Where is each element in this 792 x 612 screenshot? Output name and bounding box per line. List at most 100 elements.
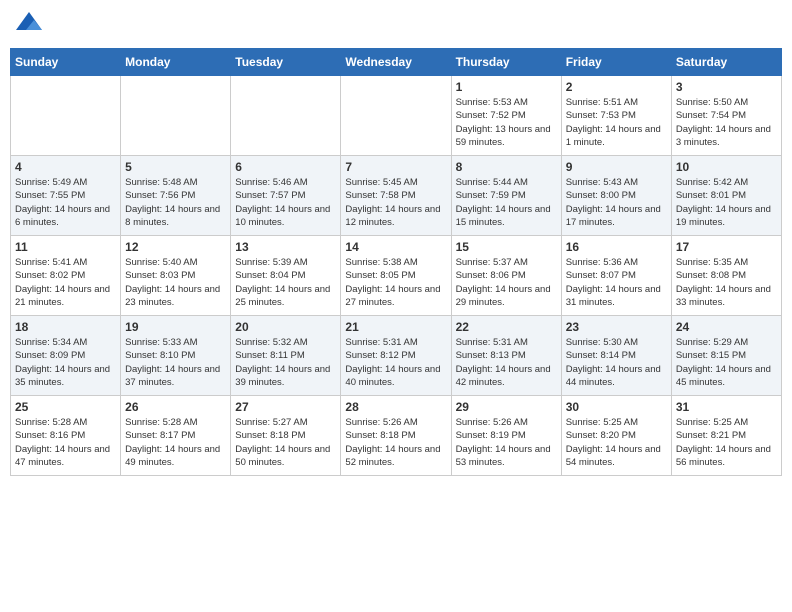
calendar-cell: 15 Sunrise: 5:37 AMSunset: 8:06 PMDayligh… bbox=[451, 236, 561, 316]
calendar-cell: 1Sunrise: 5:53 AMSunset: 7:52 PMDaylight… bbox=[451, 76, 561, 156]
calendar-cell bbox=[121, 76, 231, 156]
day-info: Sunrise: 5:29 AMSunset: 8:15 PMDaylight:… bbox=[676, 336, 777, 389]
calendar-cell: 24 Sunrise: 5:29 AMSunset: 8:15 PMDayligh… bbox=[671, 316, 781, 396]
day-number: 13 bbox=[235, 240, 336, 254]
calendar-cell: 3Sunrise: 5:50 AMSunset: 7:54 PMDaylight… bbox=[671, 76, 781, 156]
logo-icon bbox=[14, 10, 44, 40]
day-info: Sunrise: 5:46 AMSunset: 7:57 PMDaylight:… bbox=[235, 176, 336, 229]
day-info: Sunrise: 5:38 AMSunset: 8:05 PMDaylight:… bbox=[345, 256, 446, 309]
calendar-cell: 4Sunrise: 5:49 AMSunset: 7:55 PMDaylight… bbox=[11, 156, 121, 236]
calendar-cell: 13 Sunrise: 5:39 AMSunset: 8:04 PMDayligh… bbox=[231, 236, 341, 316]
calendar-cell: 16Sunrise: 5:36 AMSunset: 8:07 PMDayligh… bbox=[561, 236, 671, 316]
calendar-cell bbox=[11, 76, 121, 156]
day-info: Sunrise: 5:33 AMSunset: 8:10 PMDaylight:… bbox=[125, 336, 226, 389]
day-info: Sunrise: 5:48 AMSunset: 7:56 PMDaylight:… bbox=[125, 176, 226, 229]
calendar-cell: 18 Sunrise: 5:34 AMSunset: 8:09 PMDayligh… bbox=[11, 316, 121, 396]
day-info: Sunrise: 5:26 AMSunset: 8:19 PMDaylight:… bbox=[456, 416, 557, 469]
day-number: 10 bbox=[676, 160, 777, 174]
header-monday: Monday bbox=[121, 49, 231, 76]
day-number: 14 bbox=[345, 240, 446, 254]
calendar-cell: 25 Sunrise: 5:28 AMSunset: 8:16 PMDayligh… bbox=[11, 396, 121, 476]
day-number: 30 bbox=[566, 400, 667, 414]
day-number: 24 bbox=[676, 320, 777, 334]
calendar-cell: 22Sunrise: 5:31 AMSunset: 8:13 PMDayligh… bbox=[451, 316, 561, 396]
day-number: 8 bbox=[456, 160, 557, 174]
calendar-cell: 8 Sunrise: 5:44 AMSunset: 7:59 PMDaylight… bbox=[451, 156, 561, 236]
day-number: 4 bbox=[15, 160, 116, 174]
header-sunday: Sunday bbox=[11, 49, 121, 76]
calendar-cell: 29 Sunrise: 5:26 AMSunset: 8:19 PMDayligh… bbox=[451, 396, 561, 476]
day-number: 27 bbox=[235, 400, 336, 414]
page-header bbox=[10, 10, 782, 40]
calendar-cell: 14 Sunrise: 5:38 AMSunset: 8:05 PMDayligh… bbox=[341, 236, 451, 316]
calendar-cell: 17 Sunrise: 5:35 AMSunset: 8:08 PMDayligh… bbox=[671, 236, 781, 316]
day-number: 3 bbox=[676, 80, 777, 94]
calendar-cell: 12 Sunrise: 5:40 AMSunset: 8:03 PMDayligh… bbox=[121, 236, 231, 316]
day-info: Sunrise: 5:45 AMSunset: 7:58 PMDaylight:… bbox=[345, 176, 446, 229]
calendar-cell bbox=[231, 76, 341, 156]
calendar-cell: 23 Sunrise: 5:30 AMSunset: 8:14 PMDayligh… bbox=[561, 316, 671, 396]
day-number: 29 bbox=[456, 400, 557, 414]
calendar-cell: 20Sunrise: 5:32 AMSunset: 8:11 PMDayligh… bbox=[231, 316, 341, 396]
calendar-week-1: 1Sunrise: 5:53 AMSunset: 7:52 PMDaylight… bbox=[11, 76, 782, 156]
calendar-week-5: 25 Sunrise: 5:28 AMSunset: 8:16 PMDayligh… bbox=[11, 396, 782, 476]
calendar-cell: 19 Sunrise: 5:33 AMSunset: 8:10 PMDayligh… bbox=[121, 316, 231, 396]
day-info: Sunrise: 5:37 AMSunset: 8:06 PMDaylight:… bbox=[456, 256, 557, 309]
day-number: 18 bbox=[15, 320, 116, 334]
calendar-week-3: 11 Sunrise: 5:41 AMSunset: 8:02 PMDayligh… bbox=[11, 236, 782, 316]
header-friday: Friday bbox=[561, 49, 671, 76]
day-number: 2 bbox=[566, 80, 667, 94]
header-tuesday: Tuesday bbox=[231, 49, 341, 76]
header-saturday: Saturday bbox=[671, 49, 781, 76]
day-info: Sunrise: 5:35 AMSunset: 8:08 PMDaylight:… bbox=[676, 256, 777, 309]
day-info: Sunrise: 5:28 AMSunset: 8:16 PMDaylight:… bbox=[15, 416, 116, 469]
day-number: 19 bbox=[125, 320, 226, 334]
day-info: Sunrise: 5:42 AMSunset: 8:01 PMDaylight:… bbox=[676, 176, 777, 229]
day-info: Sunrise: 5:30 AMSunset: 8:14 PMDaylight:… bbox=[566, 336, 667, 389]
calendar-week-4: 18 Sunrise: 5:34 AMSunset: 8:09 PMDayligh… bbox=[11, 316, 782, 396]
day-number: 25 bbox=[15, 400, 116, 414]
day-info: Sunrise: 5:40 AMSunset: 8:03 PMDaylight:… bbox=[125, 256, 226, 309]
calendar-cell: 28 Sunrise: 5:26 AMSunset: 8:18 PMDayligh… bbox=[341, 396, 451, 476]
day-number: 12 bbox=[125, 240, 226, 254]
calendar-cell bbox=[341, 76, 451, 156]
day-info: Sunrise: 5:26 AMSunset: 8:18 PMDaylight:… bbox=[345, 416, 446, 469]
calendar-cell: 11 Sunrise: 5:41 AMSunset: 8:02 PMDayligh… bbox=[11, 236, 121, 316]
day-info: Sunrise: 5:39 AMSunset: 8:04 PMDaylight:… bbox=[235, 256, 336, 309]
calendar-week-2: 4Sunrise: 5:49 AMSunset: 7:55 PMDaylight… bbox=[11, 156, 782, 236]
header-wednesday: Wednesday bbox=[341, 49, 451, 76]
day-info: Sunrise: 5:53 AMSunset: 7:52 PMDaylight:… bbox=[456, 96, 557, 149]
calendar-cell: 26 Sunrise: 5:28 AMSunset: 8:17 PMDayligh… bbox=[121, 396, 231, 476]
calendar-cell: 31 Sunrise: 5:25 AMSunset: 8:21 PMDayligh… bbox=[671, 396, 781, 476]
day-info: Sunrise: 5:41 AMSunset: 8:02 PMDaylight:… bbox=[15, 256, 116, 309]
day-info: Sunrise: 5:25 AMSunset: 8:20 PMDaylight:… bbox=[566, 416, 667, 469]
day-number: 23 bbox=[566, 320, 667, 334]
calendar-cell: 9 Sunrise: 5:43 AMSunset: 8:00 PMDaylight… bbox=[561, 156, 671, 236]
day-info: Sunrise: 5:31 AMSunset: 8:13 PMDaylight:… bbox=[456, 336, 557, 389]
day-number: 9 bbox=[566, 160, 667, 174]
day-info: Sunrise: 5:25 AMSunset: 8:21 PMDaylight:… bbox=[676, 416, 777, 469]
day-info: Sunrise: 5:51 AMSunset: 7:53 PMDaylight:… bbox=[566, 96, 667, 149]
day-number: 11 bbox=[15, 240, 116, 254]
day-info: Sunrise: 5:34 AMSunset: 8:09 PMDaylight:… bbox=[15, 336, 116, 389]
day-number: 31 bbox=[676, 400, 777, 414]
day-info: Sunrise: 5:43 AMSunset: 8:00 PMDaylight:… bbox=[566, 176, 667, 229]
day-number: 16 bbox=[566, 240, 667, 254]
day-number: 17 bbox=[676, 240, 777, 254]
day-number: 6 bbox=[235, 160, 336, 174]
calendar-cell: 30 Sunrise: 5:25 AMSunset: 8:20 PMDayligh… bbox=[561, 396, 671, 476]
calendar: SundayMondayTuesdayWednesdayThursdayFrid… bbox=[10, 48, 782, 476]
calendar-cell: 6 Sunrise: 5:46 AMSunset: 7:57 PMDaylight… bbox=[231, 156, 341, 236]
day-number: 26 bbox=[125, 400, 226, 414]
day-info: Sunrise: 5:28 AMSunset: 8:17 PMDaylight:… bbox=[125, 416, 226, 469]
day-number: 15 bbox=[456, 240, 557, 254]
day-number: 28 bbox=[345, 400, 446, 414]
calendar-cell: 5 Sunrise: 5:48 AMSunset: 7:56 PMDaylight… bbox=[121, 156, 231, 236]
calendar-cell: 2 Sunrise: 5:51 AMSunset: 7:53 PMDaylight… bbox=[561, 76, 671, 156]
day-info: Sunrise: 5:44 AMSunset: 7:59 PMDaylight:… bbox=[456, 176, 557, 229]
day-number: 5 bbox=[125, 160, 226, 174]
calendar-cell: 7Sunrise: 5:45 AMSunset: 7:58 PMDaylight… bbox=[341, 156, 451, 236]
day-info: Sunrise: 5:32 AMSunset: 8:11 PMDaylight:… bbox=[235, 336, 336, 389]
calendar-cell: 27Sunrise: 5:27 AMSunset: 8:18 PMDayligh… bbox=[231, 396, 341, 476]
day-number: 21 bbox=[345, 320, 446, 334]
